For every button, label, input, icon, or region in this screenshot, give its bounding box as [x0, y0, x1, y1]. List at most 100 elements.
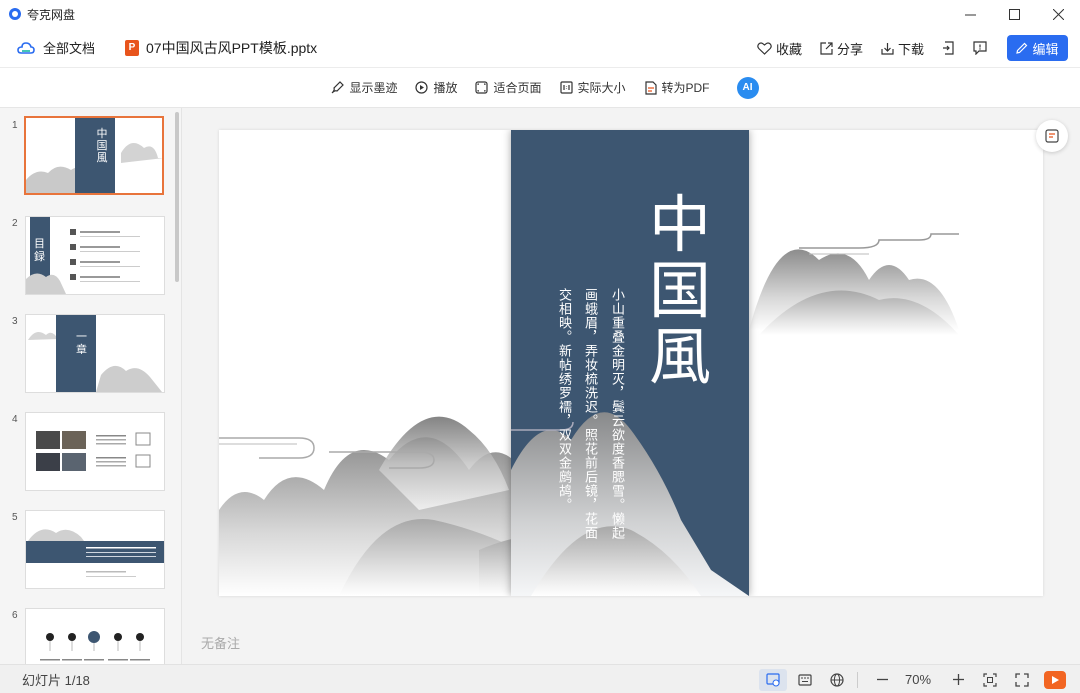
thumbnail-preview: [26, 529, 164, 577]
fit-page-button[interactable]: 适合页面: [475, 79, 542, 96]
translate-doc-icon: [1045, 129, 1059, 143]
slide-thumbnail-4[interactable]: [25, 412, 165, 491]
status-divider: [857, 671, 858, 688]
show-ink-button[interactable]: 显示墨迹: [330, 79, 397, 96]
to-pdf-button[interactable]: 转为PDF: [644, 79, 710, 96]
download-label: 下载: [897, 41, 924, 57]
cloud-drive-icon: [17, 41, 35, 54]
thumbnail-title: 目録: [34, 237, 45, 263]
file-name: 07中国风古风PPT模板.pptx: [146, 39, 318, 56]
play-button[interactable]: 播放: [415, 79, 457, 96]
edit-label: 编辑: [1032, 41, 1059, 57]
ink-pen-icon: [332, 80, 345, 93]
all-docs-link[interactable]: 全部文档: [43, 38, 95, 57]
notes-placeholder[interactable]: 无备注: [201, 633, 240, 652]
pencil-icon: [1016, 42, 1028, 54]
slide-thumbnail-panel: 1 中国風 2 目録 3 一章 4 5 6: [0, 108, 182, 664]
title-banner: 中国風 小山重叠金明灭，鬓云欲度香腮雪。懒起 画蛾眉，弄妆梳洗迟。照花前后镜，花…: [511, 130, 749, 596]
thumbnail-preview: [36, 431, 151, 471]
thumbnail-number: 2: [12, 218, 18, 229]
fit-page-label: 适合页面: [493, 81, 542, 95]
open-external-button[interactable]: [942, 41, 955, 55]
edit-button[interactable]: 编辑: [1007, 35, 1068, 61]
close-button[interactable]: [1036, 0, 1080, 28]
normal-view-icon: [766, 672, 780, 686]
sidebar-scrollbar[interactable]: [175, 112, 179, 282]
play-circle-icon: [415, 81, 429, 94]
notes-view-button[interactable]: [791, 669, 819, 691]
slide-viewer: 中国風 小山重叠金明灭，鬓云欲度香腮雪。懒起 画蛾眉，弄妆梳洗迟。照花前后镜，花…: [183, 108, 1080, 664]
thumbnail-preview: [26, 217, 140, 294]
maximize-button[interactable]: [992, 0, 1036, 28]
window-controls: [948, 0, 1080, 28]
ai-assistant-button[interactable]: AI: [736, 76, 759, 99]
fullscreen-button[interactable]: [1008, 669, 1036, 691]
maximize-icon: [1008, 8, 1020, 20]
zoom-level[interactable]: 70%: [896, 672, 940, 687]
plus-icon: [952, 674, 964, 685]
slide-thumbnail-5[interactable]: [25, 510, 165, 589]
fit-window-icon: [983, 672, 997, 687]
thumbnail-title: 一章: [76, 330, 87, 356]
minus-icon: [876, 678, 888, 681]
ppt-file-icon: P: [125, 39, 140, 56]
fullscreen-icon: [1015, 672, 1029, 687]
collect-button[interactable]: 收藏: [757, 39, 802, 58]
feedback-button[interactable]: [973, 41, 987, 55]
globe-icon: [830, 672, 844, 687]
heart-icon: [757, 41, 772, 55]
minimize-button[interactable]: [948, 0, 992, 28]
to-pdf-label: 转为PDF: [661, 81, 710, 95]
close-icon: [1052, 8, 1064, 20]
actual-size-icon: [559, 81, 573, 94]
slide-thumbnail-2[interactable]: 目録: [25, 216, 165, 295]
slide-thumbnail-6[interactable]: [25, 608, 165, 664]
slide-canvas: 中国風 小山重叠金明灭，鬓云欲度香腮雪。懒起 画蛾眉，弄妆梳洗迟。照花前后镜，花…: [219, 130, 1043, 596]
app-logo-icon: [9, 8, 21, 20]
collect-label: 收藏: [775, 41, 802, 57]
document-bar: 全部文档 P 07中国风古风PPT模板.pptx 收藏 分享 下载 编辑: [0, 28, 1080, 68]
download-button[interactable]: 下载: [881, 39, 924, 58]
normal-view-button[interactable]: [759, 668, 787, 691]
slide-counter: 幻灯片 1/18: [22, 672, 90, 688]
status-bar: 幻灯片 1/18 70%: [0, 664, 1080, 693]
show-ink-label: 显示墨迹: [349, 81, 398, 95]
open-external-icon: [943, 41, 954, 55]
poem-line-2: 画蛾眉，弄妆梳洗迟。照花前后镜，花面: [582, 288, 597, 540]
pdf-convert-icon: [644, 80, 657, 95]
title-bar: 夸克网盘: [0, 0, 1080, 28]
thumbnail-preview: [26, 118, 162, 193]
fit-page-icon: [475, 81, 489, 94]
download-icon: [881, 42, 894, 55]
actual-size-label: 实际大小: [577, 81, 626, 95]
document-actions: 收藏 分享 下载 编辑: [739, 28, 1068, 68]
thumbnail-number: 5: [12, 512, 18, 523]
poem-line-3: 交相映。新帖绣罗襦，双双金鹧鸪。: [556, 288, 571, 512]
thumbnail-title: 中国風: [96, 127, 108, 164]
play-label: 播放: [433, 81, 458, 95]
slide-thumbnail-3[interactable]: 一章: [25, 314, 165, 393]
thumbnail-number: 1: [12, 120, 18, 131]
fit-window-button[interactable]: [976, 669, 1004, 691]
minimize-icon: [964, 14, 976, 15]
slideshow-play-button[interactable]: [1044, 670, 1066, 689]
slide-thumbnail-1[interactable]: 中国風: [24, 116, 164, 195]
share-icon: [820, 41, 833, 55]
slide-title: 中国風: [648, 188, 711, 393]
feedback-icon: [973, 41, 987, 55]
poem-line-1: 小山重叠金明灭，鬓云欲度香腮雪。懒起: [609, 288, 624, 540]
play-icon: [1052, 675, 1059, 684]
share-button[interactable]: 分享: [820, 39, 863, 58]
thumbnail-number: 4: [12, 414, 18, 425]
thumbnail-number: 6: [12, 610, 18, 621]
app-title: 夸克网盘: [27, 7, 76, 22]
thumbnail-preview: [28, 315, 162, 392]
thumbnail-preview: [40, 631, 150, 661]
actual-size-button[interactable]: 实际大小: [559, 79, 626, 96]
zoom-out-button[interactable]: [868, 669, 896, 691]
share-label: 分享: [836, 41, 863, 57]
thumbnail-number: 3: [12, 316, 18, 327]
zoom-in-button[interactable]: [944, 669, 972, 691]
floating-tool-button[interactable]: [1036, 120, 1068, 152]
web-view-button[interactable]: [823, 669, 851, 691]
